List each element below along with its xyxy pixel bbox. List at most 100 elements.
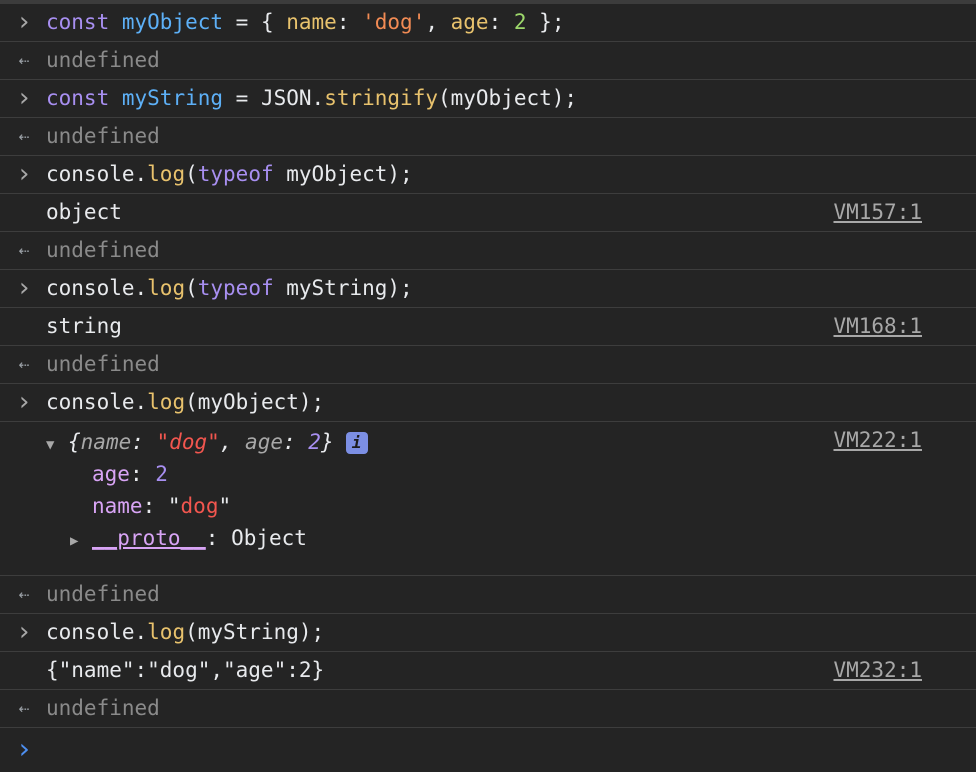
console-return-line: ⇠ undefined bbox=[0, 232, 976, 270]
console-prompt[interactable]: › bbox=[0, 728, 976, 770]
chevron-right-icon: › bbox=[16, 83, 32, 113]
console-input-line[interactable]: › console.log(typeof myString); bbox=[0, 270, 976, 308]
token: { bbox=[68, 430, 81, 454]
devtools-console: › const myObject = { name: 'dog', age: 2 … bbox=[0, 0, 976, 772]
return-arrow-icon: ⇠ bbox=[18, 584, 30, 605]
code-token: myString); bbox=[273, 276, 413, 300]
code-token: console. bbox=[46, 390, 148, 414]
code-token: log bbox=[147, 162, 186, 186]
object-property-name: name: "dog" bbox=[92, 490, 231, 522]
code-token: (myObject); bbox=[437, 86, 578, 110]
return-arrow-icon: ⇠ bbox=[18, 698, 30, 719]
token: name bbox=[80, 430, 132, 454]
code-token: myString bbox=[121, 86, 224, 110]
return-arrow-icon: ⇠ bbox=[18, 240, 30, 261]
console-log-line: {"name":"dog","age":2} VM232:1 bbox=[0, 652, 976, 690]
token: " bbox=[218, 494, 232, 518]
return-value: undefined bbox=[46, 352, 160, 376]
code-token: ( bbox=[185, 162, 198, 186]
code-token: myObject bbox=[121, 10, 224, 34]
console-input-line[interactable]: › console.log(myString); bbox=[0, 614, 976, 652]
console-return-line: ⇠ undefined bbox=[0, 576, 976, 614]
token: "dog" bbox=[156, 430, 220, 454]
console-input-line[interactable]: › console.log(myObject); bbox=[0, 384, 976, 422]
token: : bbox=[131, 430, 157, 454]
token: , bbox=[219, 430, 246, 454]
code-token: ( bbox=[185, 276, 198, 300]
code-token: 2 bbox=[513, 10, 527, 34]
console-input-line[interactable]: › const myString = JSON.stringify(myObjec… bbox=[0, 80, 976, 118]
code-token: , bbox=[425, 10, 451, 34]
property-key: __proto__ bbox=[92, 526, 206, 550]
chevron-right-icon: › bbox=[16, 617, 32, 647]
return-value: undefined bbox=[46, 124, 160, 148]
object-preview[interactable]: ▼ {name: "dog", age: 2} i bbox=[46, 426, 368, 458]
token: : bbox=[205, 526, 232, 550]
object-property-age: age: 2 bbox=[92, 458, 168, 490]
return-arrow-icon: ⇠ bbox=[18, 354, 30, 375]
code-token: log bbox=[147, 390, 186, 414]
token: " bbox=[167, 494, 181, 518]
console-input-line[interactable]: › console.log(typeof myObject); bbox=[0, 156, 976, 194]
source-link[interactable]: VM232:1 bbox=[833, 652, 922, 689]
source-link[interactable]: VM222:1 bbox=[833, 422, 922, 459]
code-token: 'dog' bbox=[362, 10, 426, 34]
code-token: console. bbox=[46, 620, 148, 644]
prompt-caret-icon: › bbox=[15, 732, 33, 765]
return-value: undefined bbox=[46, 238, 160, 262]
code-token: (myString); bbox=[185, 620, 325, 644]
code-token: myObject); bbox=[273, 162, 413, 186]
code-token: }; bbox=[526, 10, 565, 34]
code-token: log bbox=[147, 620, 186, 644]
return-value: undefined bbox=[46, 48, 160, 72]
console-return-line: ⇠ undefined bbox=[0, 118, 976, 156]
triangle-down-icon[interactable]: ▼ bbox=[46, 429, 68, 461]
token: age bbox=[245, 430, 283, 454]
chevron-right-icon: › bbox=[16, 7, 32, 37]
return-value: undefined bbox=[46, 582, 160, 606]
chevron-right-icon: › bbox=[16, 273, 32, 303]
log-output: string bbox=[46, 314, 122, 338]
console-log-line: string VM168:1 bbox=[0, 308, 976, 346]
code-token: : bbox=[488, 10, 514, 34]
console-return-line: ⇠ undefined bbox=[0, 690, 976, 728]
source-link[interactable]: VM168:1 bbox=[833, 308, 922, 345]
code-token: console. bbox=[46, 276, 148, 300]
code-token: typeof bbox=[197, 162, 274, 186]
object-property-proto[interactable]: ▶ __proto__: Object bbox=[70, 522, 307, 554]
chevron-right-icon: › bbox=[16, 159, 32, 189]
code-token: (myObject); bbox=[185, 390, 325, 414]
log-output: {"name":"dog","age":2} bbox=[46, 658, 325, 682]
token: : bbox=[142, 494, 168, 518]
token: : bbox=[129, 462, 156, 486]
source-link[interactable]: VM157:1 bbox=[833, 194, 922, 231]
code-token: typeof bbox=[197, 276, 274, 300]
property-value: dog bbox=[180, 494, 219, 518]
console-return-line: ⇠ undefined bbox=[0, 42, 976, 80]
property-key: name bbox=[92, 494, 143, 518]
token: : bbox=[282, 430, 309, 454]
info-icon[interactable]: i bbox=[345, 432, 368, 454]
code-token: const bbox=[46, 10, 110, 34]
console-input-line[interactable]: › const myObject = { name: 'dog', age: 2 … bbox=[0, 4, 976, 42]
code-token: log bbox=[147, 276, 186, 300]
code-token: = { bbox=[223, 10, 287, 34]
code-token: const bbox=[46, 86, 110, 110]
log-output: object bbox=[46, 200, 122, 224]
return-value: undefined bbox=[46, 696, 160, 720]
return-arrow-icon: ⇠ bbox=[18, 126, 30, 147]
token: } bbox=[320, 430, 334, 454]
property-key: age bbox=[92, 462, 130, 486]
return-arrow-icon: ⇠ bbox=[18, 50, 30, 71]
code-token: = JSON. bbox=[223, 86, 325, 110]
console-log-line: object VM157:1 bbox=[0, 194, 976, 232]
code-token: : bbox=[336, 10, 363, 34]
code-token: console. bbox=[46, 162, 148, 186]
token: 2 bbox=[308, 430, 321, 454]
triangle-right-icon[interactable]: ▶ bbox=[70, 525, 92, 557]
property-value: Object bbox=[231, 526, 307, 550]
console-return-line: ⇠ undefined bbox=[0, 346, 976, 384]
console-object-log: ▼ {name: "dog", age: 2} i age: 2 name: "dog"… bbox=[0, 422, 976, 576]
